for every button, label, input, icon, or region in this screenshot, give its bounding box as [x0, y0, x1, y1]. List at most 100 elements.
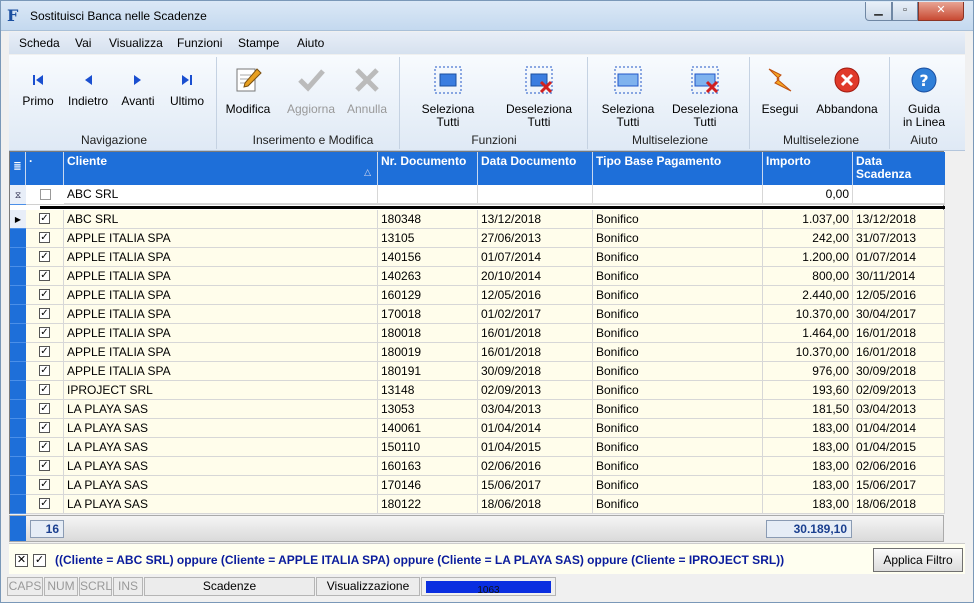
modify-button[interactable]: Modifica	[221, 65, 275, 116]
header-nr-documento[interactable]: Nr. Documento	[378, 152, 478, 185]
table-row[interactable]: ✓ APPLE ITALIA SPA 160129 12/05/2016 Bonific…	[10, 286, 945, 305]
cell-scadenza[interactable]: 30/04/2017	[853, 305, 945, 324]
next-button[interactable]: Avanti	[117, 73, 159, 108]
table-row[interactable]: ✓ APPLE ITALIA SPA 180018 16/01/2018 Bonific…	[10, 324, 945, 343]
cell-data[interactable]: 01/04/2015	[478, 438, 593, 457]
cell-tipo[interactable]: Bonifico	[593, 305, 763, 324]
cell-importo[interactable]: 1.200,00	[763, 248, 853, 267]
row-checkbox[interactable]: ✓	[39, 460, 50, 471]
cell-scadenza[interactable]: 01/07/2014	[853, 248, 945, 267]
table-row[interactable]: ✓ APPLE ITALIA SPA 170018 01/02/2017 Bonific…	[10, 305, 945, 324]
cell-cliente[interactable]: APPLE ITALIA SPA	[64, 248, 378, 267]
cell-nr[interactable]: 180018	[378, 324, 478, 343]
vertical-scrollbar[interactable]	[945, 151, 965, 514]
cell-scadenza[interactable]: 16/01/2018	[853, 324, 945, 343]
table-row[interactable]: ✓ LA PLAYA SAS 160163 02/06/2016 Bonifico 183…	[10, 457, 945, 476]
cell-nr[interactable]: 180122	[378, 495, 478, 514]
multi-deselect-all-button[interactable]: Deseleziona Tutti	[665, 65, 745, 129]
filter-importo-input[interactable]: 0,00	[763, 185, 853, 204]
last-button[interactable]: Ultimo	[165, 73, 209, 108]
row-checkbox[interactable]: ✓	[39, 232, 50, 243]
row-checkbox[interactable]: ✓	[39, 365, 50, 376]
cell-nr[interactable]: 180019	[378, 343, 478, 362]
cell-scadenza[interactable]: 02/06/2016	[853, 457, 945, 476]
cell-scadenza[interactable]: 15/06/2017	[853, 476, 945, 495]
header-check[interactable]: ·	[26, 152, 64, 185]
cell-nr[interactable]: 160163	[378, 457, 478, 476]
funzioni-deselect-all-button[interactable]: Deseleziona Tutti	[499, 65, 579, 129]
row-checkbox[interactable]: ✓	[39, 270, 50, 281]
cell-tipo[interactable]: Bonifico	[593, 457, 763, 476]
menu-vai[interactable]: Vai	[75, 36, 91, 50]
cell-scadenza[interactable]: 03/04/2013	[853, 400, 945, 419]
row-checkbox[interactable]: ✓	[39, 441, 50, 452]
cell-data[interactable]: 12/05/2016	[478, 286, 593, 305]
menu-funzioni[interactable]: Funzioni	[177, 36, 222, 50]
cell-cliente[interactable]: LA PLAYA SAS	[64, 438, 378, 457]
cell-tipo[interactable]: Bonifico	[593, 495, 763, 514]
cell-cliente[interactable]: APPLE ITALIA SPA	[64, 229, 378, 248]
minimize-icon[interactable]: ▁	[865, 2, 892, 21]
cell-cliente[interactable]: LA PLAYA SAS	[64, 495, 378, 514]
cell-scadenza[interactable]: 01/04/2015	[853, 438, 945, 457]
prev-button[interactable]: Indietro	[63, 73, 113, 108]
cell-nr[interactable]: 170146	[378, 476, 478, 495]
cell-data[interactable]: 03/04/2013	[478, 400, 593, 419]
cell-data[interactable]: 15/06/2017	[478, 476, 593, 495]
cell-tipo[interactable]: Bonifico	[593, 343, 763, 362]
cell-importo[interactable]: 242,00	[763, 229, 853, 248]
filter-cliente-input[interactable]: ABC SRL	[64, 185, 378, 204]
cell-scadenza[interactable]: 13/12/2018	[853, 210, 945, 229]
table-row[interactable]: ✓ APPLE ITALIA SPA 180191 30/09/2018 Bonific…	[10, 362, 945, 381]
cell-data[interactable]: 02/09/2013	[478, 381, 593, 400]
cell-cliente[interactable]: LA PLAYA SAS	[64, 476, 378, 495]
table-row[interactable]: ✓ LA PLAYA SAS 150110 01/04/2015 Bonifico 183…	[10, 438, 945, 457]
first-button[interactable]: Primo	[17, 73, 59, 108]
cell-data[interactable]: 27/06/2013	[478, 229, 593, 248]
cell-scadenza[interactable]: 30/09/2018	[853, 362, 945, 381]
cell-cliente[interactable]: APPLE ITALIA SPA	[64, 267, 378, 286]
abort-button[interactable]: Abbandona	[809, 65, 885, 116]
cell-importo[interactable]: 183,00	[763, 495, 853, 514]
cell-importo[interactable]: 183,00	[763, 438, 853, 457]
cell-importo[interactable]: 193,60	[763, 381, 853, 400]
cell-nr[interactable]: 140263	[378, 267, 478, 286]
cell-importo[interactable]: 1.464,00	[763, 324, 853, 343]
row-checkbox[interactable]: ✓	[39, 403, 50, 414]
cell-nr[interactable]: 160129	[378, 286, 478, 305]
cell-scadenza[interactable]: 01/04/2014	[853, 419, 945, 438]
filter-data-input[interactable]	[478, 185, 593, 204]
cell-tipo[interactable]: Bonifico	[593, 400, 763, 419]
cell-data[interactable]: 01/04/2014	[478, 419, 593, 438]
cell-tipo[interactable]: Bonifico	[593, 438, 763, 457]
cell-cliente[interactable]: LA PLAYA SAS	[64, 419, 378, 438]
cell-cliente[interactable]: APPLE ITALIA SPA	[64, 286, 378, 305]
run-button[interactable]: Esegui	[755, 65, 805, 116]
cancel-button[interactable]: Annulla	[343, 65, 391, 116]
cell-scadenza[interactable]: 02/09/2013	[853, 381, 945, 400]
cell-cliente[interactable]: APPLE ITALIA SPA	[64, 305, 378, 324]
cell-importo[interactable]: 10.370,00	[763, 305, 853, 324]
cell-scadenza[interactable]: 16/01/2018	[853, 343, 945, 362]
filter-scadenza-input[interactable]	[853, 185, 945, 204]
cell-scadenza[interactable]: 12/05/2016	[853, 286, 945, 305]
maximize-icon[interactable]: ▫	[892, 2, 918, 21]
cell-cliente[interactable]: APPLE ITALIA SPA	[64, 343, 378, 362]
cell-importo[interactable]: 1.037,00	[763, 210, 853, 229]
table-row[interactable]: ✓ APPLE ITALIA SPA 180019 16/01/2018 Bonific…	[10, 343, 945, 362]
row-checkbox[interactable]: ✓	[39, 479, 50, 490]
filter-checkbox[interactable]	[40, 189, 51, 200]
filter-tipo-input[interactable]	[593, 185, 763, 204]
cell-tipo[interactable]: Bonifico	[593, 286, 763, 305]
apply-filter-button[interactable]: Applica Filtro	[873, 548, 963, 572]
cell-cliente[interactable]: LA PLAYA SAS	[64, 457, 378, 476]
cell-tipo[interactable]: Bonifico	[593, 476, 763, 495]
cell-tipo[interactable]: Bonifico	[593, 362, 763, 381]
help-button[interactable]: ? Guida in Linea	[895, 65, 953, 129]
filter-expression[interactable]: ((Cliente = ABC SRL) oppure (Cliente = A…	[55, 553, 784, 567]
row-checkbox[interactable]: ✓	[39, 346, 50, 357]
row-checkbox[interactable]: ✓	[39, 327, 50, 338]
cell-tipo[interactable]: Bonifico	[593, 324, 763, 343]
cell-tipo[interactable]: Bonifico	[593, 267, 763, 286]
cell-nr[interactable]: 140061	[378, 419, 478, 438]
